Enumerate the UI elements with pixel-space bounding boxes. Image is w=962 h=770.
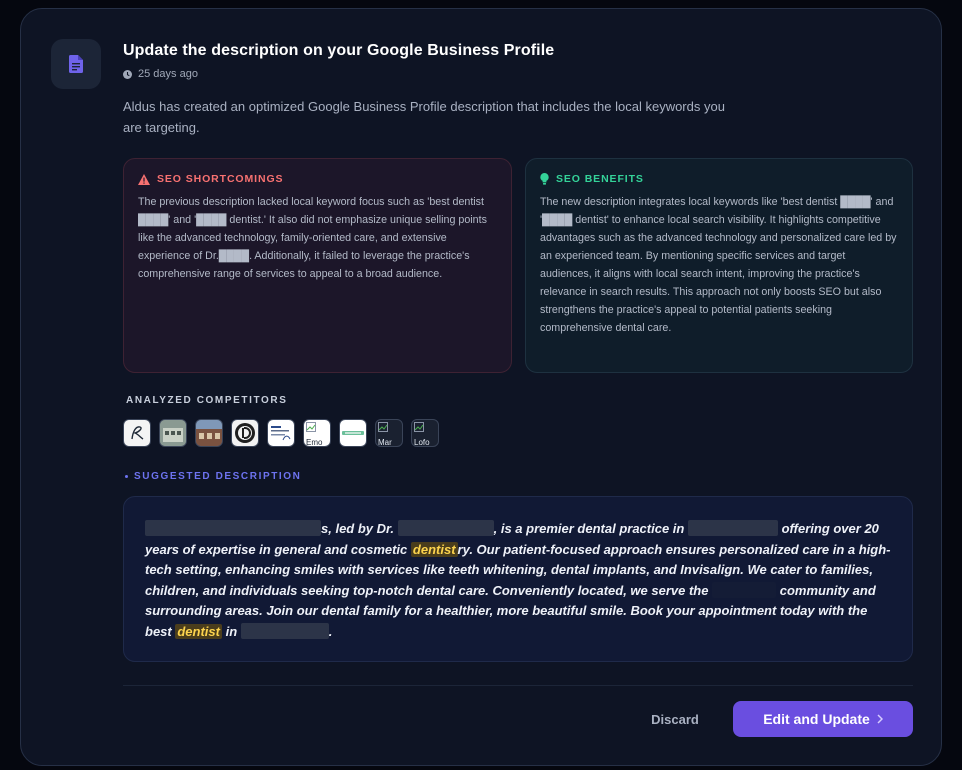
competitor-logo-broken[interactable]: Mar [375,419,403,447]
edit-and-update-button[interactable]: Edit and Update [733,701,913,737]
edit-and-update-label: Edit and Update [763,711,870,727]
redacted-text [712,581,777,598]
desc-part: s, led by Dr. [321,521,394,536]
building-photo-icon [160,420,186,446]
shortcomings-text: The previous description lacked local ke… [138,196,487,280]
competitor-logo-broken[interactable]: Lofo [411,419,439,447]
redacted-text [145,520,321,536]
broken-image-icon [414,422,424,432]
task-card: Update the description on your Google Bu… [20,8,942,766]
competitors-label: ANALYZED COMPETITORS [126,395,288,406]
time-ago-text: 25 days ago [138,68,198,80]
broken-image-alt: Mar [378,438,392,447]
timestamp: 25 days ago [123,68,198,80]
competitor-logo[interactable] [123,419,151,447]
shortcomings-heading-text: SEO SHORTCOMINGS [157,173,284,185]
competitor-logo[interactable] [339,419,367,447]
suggested-description-box: s, led by Dr. , is a premier dental prac… [123,496,913,662]
benefits-text: The new description integrates local key… [540,196,897,334]
circle-d-logo-icon [235,423,255,443]
broken-image-icon [378,422,388,432]
document-icon-tile [51,39,101,89]
green-badge-logo-icon [342,431,364,435]
seo-shortcomings-panel: SEO SHORTCOMINGS The previous descriptio… [123,158,512,373]
redacted-text [687,520,778,536]
broken-image-alt: Emo [306,438,323,447]
text-logo-icon [271,426,291,441]
desc-part: . [328,623,333,639]
shortcomings-heading: SEO SHORTCOMINGS [138,173,497,185]
seo-benefits-panel: SEO BENEFITS The new description integra… [525,158,913,373]
task-title: Update the description on your Google Bu… [123,42,555,59]
broken-image-alt: Lofo [414,438,430,447]
competitor-logo-broken[interactable]: Emo [303,419,331,447]
competitor-logo[interactable] [159,419,187,447]
storefront-photo-icon [196,420,222,446]
bullet-icon [125,475,128,478]
discard-button[interactable]: Discard [647,709,703,729]
competitor-logos: Emo Mar Lofo [123,419,439,447]
competitor-logo[interactable] [195,419,223,447]
chevron-right-icon [877,714,883,724]
redacted-text [397,520,494,536]
desc-part: in [225,623,238,639]
broken-image-icon [306,422,316,432]
competitor-logo[interactable] [231,419,259,447]
redacted-text [240,622,329,639]
script-logo-icon [131,426,144,440]
lightbulb-icon [540,173,549,185]
footer-divider [123,685,913,686]
intro-text: Aldus has created an optimized Google Bu… [123,99,725,135]
suggested-description-text: s, led by Dr. , is a premier dental prac… [145,519,892,643]
suggested-description-label: SUGGESTED DESCRIPTION [125,471,302,482]
warning-icon [138,173,150,185]
clock-icon [123,69,132,79]
benefits-heading: SEO BENEFITS [540,173,898,185]
competitor-logo[interactable] [267,419,295,447]
document-icon [69,55,83,73]
keyword-highlight: dentist [175,623,222,639]
suggested-label-text: SUGGESTED DESCRIPTION [134,471,302,482]
benefits-heading-text: SEO BENEFITS [556,173,644,185]
keyword-highlight: dentist [410,541,458,557]
desc-part: , is a premier dental practice in [493,521,685,536]
